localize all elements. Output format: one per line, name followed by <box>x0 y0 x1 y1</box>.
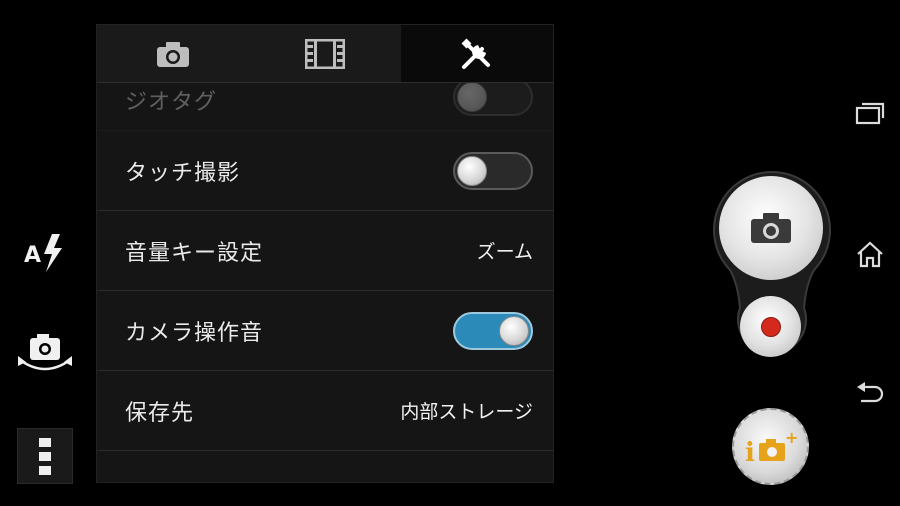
video-record-button[interactable] <box>740 296 801 357</box>
setting-label: カメラ操作音 <box>125 320 264 346</box>
touch-capture-toggle[interactable] <box>453 151 533 190</box>
settings-tabs <box>97 25 553 83</box>
film-icon <box>305 38 345 69</box>
settings-list: ジオタグ タッチ撮影 音量キー設定 ズーム カメラ操作音 保存先 内部ストレージ <box>97 83 553 451</box>
tools-icon <box>461 38 490 69</box>
setting-row-camera-sound[interactable]: カメラ操作音 <box>97 291 553 371</box>
toggle-knob <box>457 155 487 186</box>
switch-camera-icon <box>18 334 72 371</box>
camera-icon <box>157 41 189 67</box>
settings-panel: ジオタグ タッチ撮影 音量キー設定 ズーム カメラ操作音 保存先 内部ストレージ <box>96 24 554 483</box>
setting-label: タッチ撮影 <box>125 160 241 186</box>
photo-shutter-button[interactable] <box>719 176 823 280</box>
setting-row-geotag[interactable]: ジオタグ <box>97 83 553 131</box>
setting-row-touch-capture[interactable]: タッチ撮影 <box>97 131 553 211</box>
setting-label: ジオタグ <box>125 90 218 115</box>
svg-text:+: + <box>785 428 798 447</box>
tab-video[interactable] <box>249 25 401 82</box>
back-icon <box>857 382 884 403</box>
home-button[interactable] <box>852 236 888 272</box>
recents-button[interactable] <box>852 95 888 131</box>
setting-row-storage[interactable]: 保存先 内部ストレージ <box>97 371 553 451</box>
tab-photo[interactable] <box>97 25 249 82</box>
back-button[interactable] <box>852 376 888 412</box>
toggle-knob <box>499 315 529 346</box>
setting-value: 内部ストレージ <box>400 401 533 423</box>
flash-auto-icon: A <box>24 234 62 272</box>
setting-row-volume-key[interactable]: 音量キー設定 ズーム <box>97 211 553 291</box>
flash-mode-button[interactable]: A <box>18 228 72 278</box>
svg-text:i: i <box>745 438 755 467</box>
record-icon <box>760 316 781 337</box>
setting-value: ズーム <box>476 241 533 263</box>
svg-text:A: A <box>24 243 41 268</box>
camera-apps-icon: i + <box>745 428 798 467</box>
menu-button[interactable] <box>17 428 73 484</box>
switch-camera-button[interactable] <box>14 326 76 382</box>
setting-label: 保存先 <box>125 400 195 426</box>
home-icon <box>857 241 883 268</box>
tab-settings[interactable] <box>401 25 553 82</box>
camera-sound-toggle[interactable] <box>453 311 533 350</box>
camera-icon <box>751 213 791 243</box>
camera-apps-button[interactable]: i + <box>732 408 809 485</box>
more-vert-icon <box>39 438 51 475</box>
geotag-toggle[interactable] <box>453 83 533 116</box>
setting-label: 音量キー設定 <box>125 240 264 266</box>
toggle-knob <box>457 83 487 112</box>
recents-icon <box>855 102 885 125</box>
